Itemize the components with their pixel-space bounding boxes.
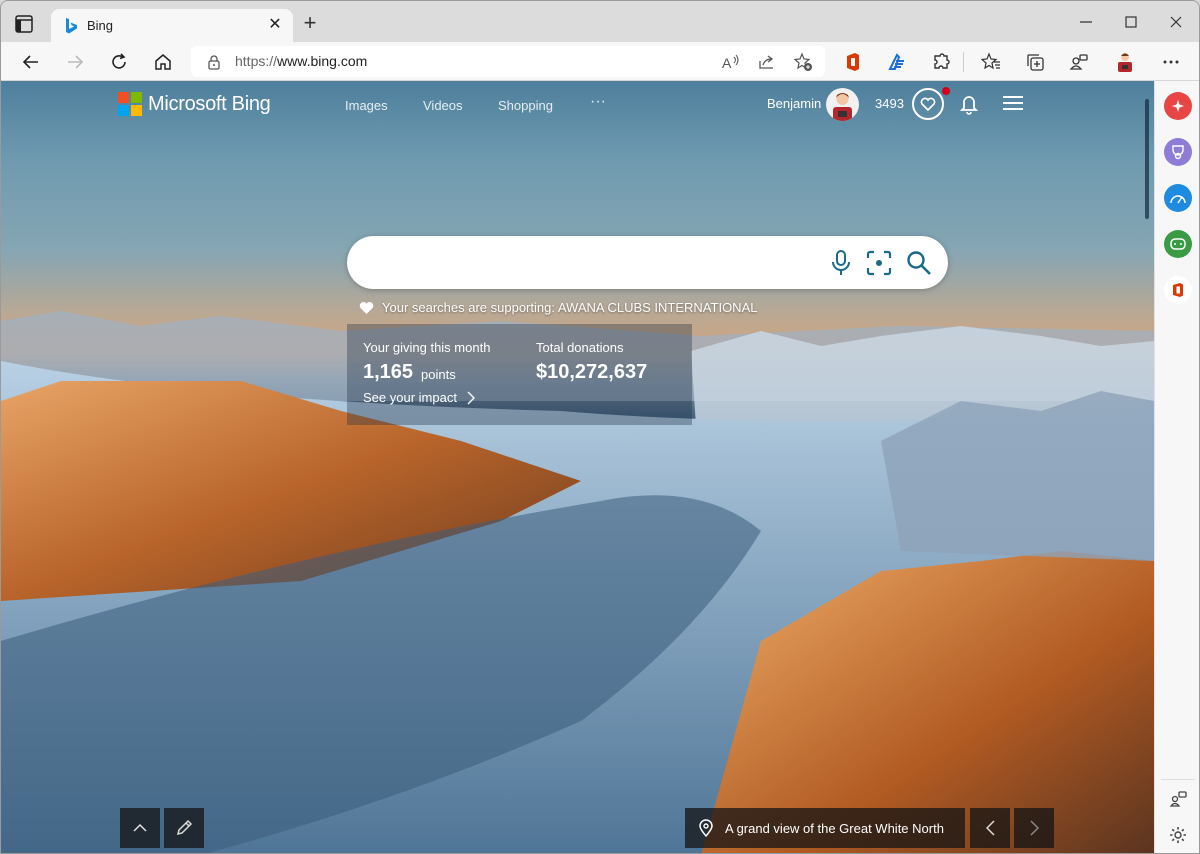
giving-value: 1,165 — [363, 361, 414, 383]
add-favorite-icon[interactable] — [793, 52, 813, 72]
reward-points[interactable]: 3493 — [875, 96, 904, 111]
donations-value: $10,272,637 — [536, 361, 648, 383]
giving-unit: points — [421, 367, 456, 382]
new-tab-icon[interactable]: + — [299, 12, 321, 35]
nav-more[interactable]: ··· — [590, 93, 606, 111]
url-protocol: https:// — [235, 53, 278, 69]
hamburger-menu-icon[interactable] — [1002, 95, 1024, 111]
location-pin-icon — [699, 819, 713, 837]
home-icon[interactable] — [151, 50, 175, 74]
impact-label: See your impact — [363, 390, 457, 405]
more-options-icon[interactable] — [1159, 50, 1183, 74]
chevron-up-icon — [133, 824, 147, 832]
sidebar-rewards-icon[interactable] — [1164, 138, 1192, 166]
tab-title: Bing — [87, 18, 114, 33]
search-input[interactable] — [369, 248, 819, 276]
chevron-right-icon — [467, 391, 475, 404]
sidebar-profile-switch-icon[interactable] — [1164, 785, 1192, 813]
nav-shopping[interactable]: Shopping — [498, 98, 553, 113]
chevron-right-icon — [1029, 820, 1039, 836]
url-text[interactable]: https://www.bing.com — [235, 53, 367, 69]
notification-dot — [942, 87, 950, 95]
page-scrollbar[interactable] — [1145, 99, 1149, 219]
notifications-bell-icon[interactable] — [959, 93, 979, 115]
lock-icon[interactable] — [207, 54, 221, 75]
user-name[interactable]: Benjamin — [767, 96, 821, 111]
previous-image-button[interactable] — [970, 808, 1010, 848]
tab-bing[interactable]: Bing ✕ — [51, 9, 293, 43]
back-icon[interactable] — [19, 50, 43, 74]
browser-toolbar: https://www.bing.com A — [1, 42, 1199, 81]
see-impact-link[interactable]: See your impact — [363, 390, 475, 405]
voice-search-icon[interactable] — [827, 249, 855, 277]
search-box — [347, 236, 948, 289]
collections-icon[interactable] — [1023, 50, 1047, 74]
microsoft-logo-icon — [118, 92, 142, 116]
bing-favicon-icon — [63, 17, 79, 35]
tab-strip: Bing ✕ + — [1, 1, 1199, 43]
designer-icon[interactable] — [885, 50, 909, 74]
address-bar[interactable]: https://www.bing.com A — [191, 46, 825, 77]
sidebar-games-icon[interactable] — [1164, 230, 1192, 258]
nav-videos[interactable]: Videos — [423, 98, 463, 113]
caption-text: A grand view of the Great White North — [725, 820, 944, 836]
close-window-icon[interactable] — [1161, 9, 1191, 35]
supporting-text: Your searches are supporting: AWANA CLUB… — [382, 300, 758, 315]
svg-text:A: A — [722, 55, 732, 71]
pencil-icon — [176, 819, 193, 836]
customize-button[interactable] — [164, 808, 204, 848]
close-tab-icon[interactable]: ✕ — [265, 15, 285, 35]
heart-icon — [359, 302, 374, 314]
browser-window: Bing ✕ + https://www.bing.com A Microsof… — [0, 0, 1200, 854]
rewards-heart-icon[interactable] — [912, 88, 944, 120]
edge-sidebar — [1154, 81, 1199, 853]
user-avatar[interactable] — [826, 88, 859, 121]
donation-card: Your giving this month 1,165 points Tota… — [347, 324, 692, 425]
sidebar-discover-icon[interactable] — [1164, 92, 1192, 120]
profile-switch-icon[interactable] — [1067, 50, 1091, 74]
image-caption[interactable]: A grand view of the Great White North — [685, 808, 965, 848]
office-icon[interactable] — [841, 50, 865, 74]
charity-support-banner[interactable]: Your searches are supporting: AWANA CLUB… — [359, 300, 757, 315]
extensions-icon[interactable] — [929, 50, 953, 74]
tab-actions-icon[interactable] — [13, 13, 35, 35]
profile-avatar[interactable] — [1113, 50, 1137, 74]
next-image-button[interactable] — [1014, 808, 1054, 848]
search-icon[interactable] — [905, 249, 933, 277]
minimize-icon[interactable] — [1071, 9, 1101, 35]
sidebar-tools-icon[interactable] — [1164, 184, 1192, 212]
favorites-icon[interactable] — [979, 50, 1003, 74]
scroll-up-button[interactable] — [120, 808, 160, 848]
share-icon[interactable] — [757, 52, 777, 72]
read-aloud-icon[interactable]: A — [721, 52, 741, 72]
nav-images[interactable]: Images — [345, 98, 388, 113]
toolbar-divider — [963, 52, 964, 72]
giving-label: Your giving this month — [363, 340, 491, 355]
bing-homepage: Microsoft Bing Images Videos Shopping ··… — [1, 81, 1154, 853]
logo-text: Microsoft Bing — [148, 92, 271, 115]
chevron-left-icon — [985, 820, 995, 836]
background-image — [1, 311, 1154, 853]
visual-search-icon[interactable] — [865, 249, 893, 277]
bing-logo[interactable]: Microsoft Bing — [118, 92, 271, 116]
sidebar-settings-icon[interactable] — [1164, 821, 1192, 849]
maximize-icon[interactable] — [1116, 9, 1146, 35]
url-host: www.bing.com — [277, 53, 368, 69]
refresh-icon[interactable] — [107, 50, 131, 74]
sidebar-office-icon[interactable] — [1164, 276, 1192, 304]
donations-label: Total donations — [536, 340, 624, 355]
forward-icon[interactable] — [63, 50, 87, 74]
sidebar-divider — [1161, 779, 1195, 780]
